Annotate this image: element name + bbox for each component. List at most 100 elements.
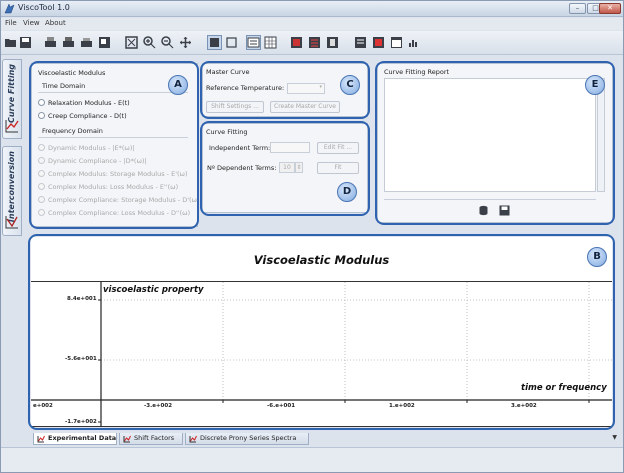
reference-temperature-select[interactable]: ▾ [287, 83, 325, 94]
tab-scroll-down-icon[interactable]: ▼ [612, 434, 617, 441]
shift-settings-button[interactable]: Shift Settings ... [206, 101, 264, 113]
frequency-domain-label: Frequency Domain [42, 127, 103, 135]
print-setup-icon[interactable] [62, 36, 75, 49]
save-icon[interactable] [19, 36, 32, 49]
grid-icon[interactable] [264, 36, 277, 49]
stepper-arrows-icon[interactable]: ⇕ [295, 162, 303, 173]
pan-icon[interactable] [179, 36, 192, 49]
storage-compliance-label[interactable]: Complex Compliance: Storage Modulus - D'… [48, 196, 200, 204]
tab-shift-factors-label: Shift Factors [134, 434, 175, 442]
x-axis-label: time or frequency [521, 383, 607, 393]
tab-interconversion-label: Interconversion [7, 151, 16, 223]
zoom-fit-icon[interactable] [125, 36, 138, 49]
creep-compliance-radio[interactable] [38, 112, 45, 119]
zoom-out-icon[interactable] [161, 36, 174, 49]
plot-area[interactable]: viscoelastic property time or frequency … [31, 281, 612, 427]
linear-scale-icon[interactable] [207, 35, 222, 50]
storage-compliance-radio[interactable] [38, 196, 45, 203]
app-window: ViscoTool 1.0 – □ ✕ File View About Curv… [0, 0, 624, 473]
storage-modulus-radio[interactable] [38, 170, 45, 177]
frequency-domain-separator [38, 137, 188, 138]
loss-modulus-label[interactable]: Complex Modulus: Loss Modulus - E''(ω) [48, 183, 178, 191]
bottom-tab-bar: Experimental Data Shift Factors Discrete… [29, 433, 619, 445]
tab-experimental-data[interactable]: Experimental Data [33, 433, 117, 445]
tab-curve-fitting-label: Curve Fitting [7, 64, 16, 123]
y-tick-label: -5.6e+001 [65, 356, 97, 362]
toolbar [1, 31, 623, 55]
zoom-in-icon[interactable] [143, 36, 156, 49]
tab-shift-factors[interactable]: Shift Factors [119, 433, 183, 445]
y-axis-label: viscoelastic property [103, 285, 204, 295]
create-master-curve-button[interactable]: Create Master Curve [270, 101, 340, 113]
creep-compliance-label[interactable]: Creep Compliance - D(t) [48, 112, 127, 120]
x-tick-label: 1.e+002 [389, 403, 415, 409]
reference-temperature-label: Reference Temperature: [206, 84, 285, 92]
menu-bar: File View About [1, 18, 623, 30]
tab-prony-series-label: Discrete Prony Series Spectra [200, 434, 297, 442]
window-title: ViscoTool 1.0 [18, 3, 70, 12]
independent-term-field[interactable] [270, 142, 310, 153]
time-domain-label: Time Domain [42, 82, 86, 90]
data-red-icon[interactable] [372, 36, 385, 49]
menu-about[interactable]: About [45, 19, 66, 27]
x-tick-label: -6.e+001 [267, 403, 296, 409]
dependent-terms-stepper[interactable]: 10 [279, 162, 295, 173]
y-tick-label: 8.4e+001 [67, 296, 97, 302]
dynamic-compliance-radio[interactable] [38, 157, 45, 164]
chart-table-icon[interactable] [308, 36, 321, 49]
chart-area[interactable]: Viscoelastic Modulus viscoelastic proper… [31, 237, 612, 427]
chart-title: Viscoelastic Modulus [253, 253, 390, 267]
relaxation-modulus-label[interactable]: Relaxation Modulus - E(t) [48, 99, 130, 107]
log-scale-icon[interactable] [225, 36, 238, 49]
y-tick-label: -1.7e+002 [65, 419, 97, 425]
x-tick-label: -3.e+002 [144, 403, 173, 409]
save-report-icon[interactable] [499, 205, 510, 216]
database-icon[interactable] [478, 205, 489, 216]
badge-c: C [340, 75, 360, 95]
open-folder-icon[interactable] [4, 36, 17, 49]
time-domain-separator [38, 92, 188, 93]
title-bar: ViscoTool 1.0 – □ ✕ [1, 1, 623, 17]
data-sheet-icon[interactable] [354, 36, 367, 49]
report-scrollbar[interactable] [597, 78, 605, 192]
legend-icon[interactable] [246, 35, 261, 50]
relaxation-modulus-radio[interactable] [38, 99, 45, 106]
menu-view[interactable]: View [23, 19, 40, 27]
status-bar [1, 447, 623, 472]
interconversion-tab-icon [5, 216, 18, 229]
panel-d-title: Curve Fitting [206, 128, 248, 136]
badge-e: E [585, 75, 605, 95]
panel-curve-fitting-report: Curve Fitting Report [377, 63, 613, 223]
dependent-terms-label: Nº Dependent Terms: [207, 164, 277, 172]
chart-line-icon [123, 435, 131, 443]
fit-button[interactable]: Fit [317, 162, 359, 174]
storage-modulus-label[interactable]: Complex Modulus: Storage Modulus - E'(ω) [48, 170, 188, 178]
chart-line-icon [37, 435, 45, 443]
menu-file[interactable]: File [5, 19, 17, 27]
window-icon[interactable] [390, 36, 403, 49]
dynamic-modulus-radio[interactable] [38, 144, 45, 151]
chart-red-icon[interactable] [290, 36, 303, 49]
dynamic-compliance-label[interactable]: Dynamic Compliance - |D*(ω)| [48, 157, 147, 165]
chevron-down-icon: ▾ [319, 84, 322, 90]
minimize-button[interactable]: – [569, 3, 586, 14]
report-text-area[interactable] [384, 78, 596, 192]
loss-compliance-label[interactable]: Complex Compliance: Loss Modulus - D''(ω… [48, 209, 190, 217]
chart-panel-icon[interactable] [326, 36, 339, 49]
print-preview-icon[interactable] [44, 36, 57, 49]
bar-chart-icon[interactable] [407, 36, 420, 49]
loss-compliance-radio[interactable] [38, 209, 45, 216]
export-icon[interactable] [98, 36, 111, 49]
close-button[interactable]: ✕ [599, 3, 621, 14]
panel-c-title: Master Curve [206, 68, 250, 76]
edit-fit-button[interactable]: Edit Fit ... [317, 142, 359, 154]
curve-fitting-tab-icon [5, 120, 19, 133]
badge-d: D [337, 182, 357, 202]
panel-a-title: Viscoelastic Modulus [38, 69, 106, 77]
dynamic-modulus-label[interactable]: Dynamic Modulus - |E*(ω)| [48, 144, 135, 152]
print-icon[interactable] [80, 36, 93, 49]
loss-modulus-radio[interactable] [38, 183, 45, 190]
independent-term-label: Independent Term: [209, 144, 271, 152]
tab-prony-series[interactable]: Discrete Prony Series Spectra [185, 433, 309, 445]
badge-a: A [168, 75, 188, 95]
